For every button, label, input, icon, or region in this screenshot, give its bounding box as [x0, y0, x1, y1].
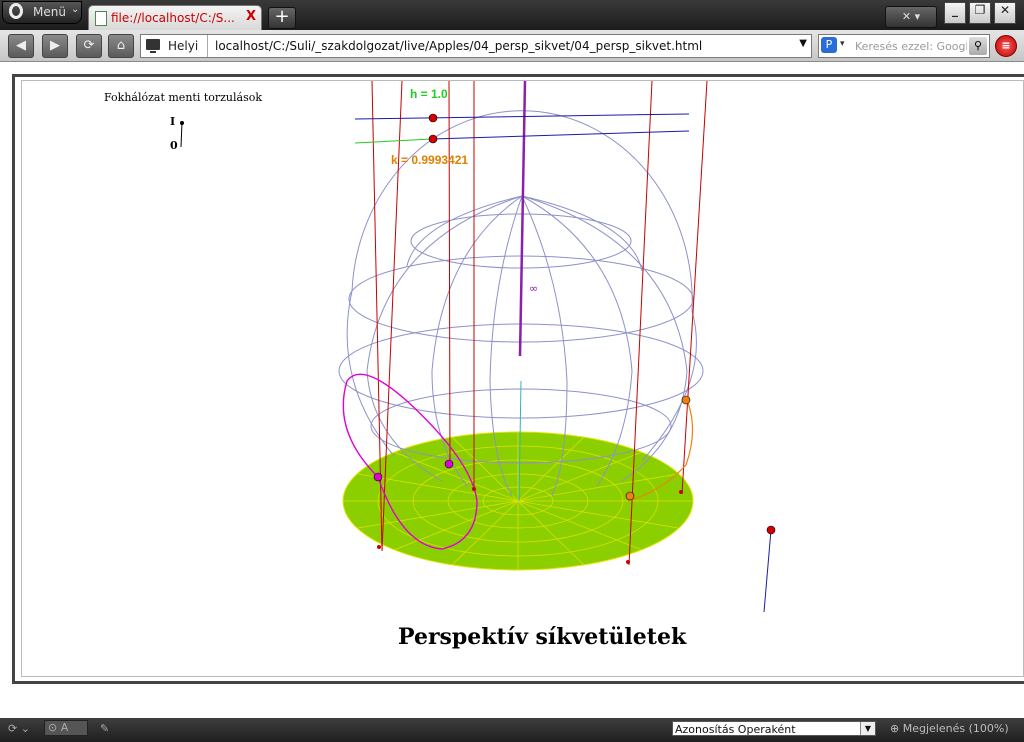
- address-divider: [207, 35, 208, 57]
- opera-link-icon[interactable]: ≡: [995, 35, 1017, 57]
- status-a-label: A: [60, 721, 69, 734]
- navigation-toolbar: ◀ ▶ ⟳ ⌂ Helyi localhost/C:/Suli/_szakdol…: [0, 30, 1024, 62]
- address-bar[interactable]: Helyi localhost/C:/Suli/_szakdolgozat/li…: [140, 34, 812, 58]
- small-point-4: [472, 487, 476, 491]
- disc-grid: [343, 432, 693, 570]
- url-text[interactable]: localhost/C:/Suli/_szakdolgozat/live/App…: [215, 39, 795, 53]
- page-icon: [95, 11, 107, 26]
- zoom-indicator[interactable]: ⊕ Megjelenés (100%): [890, 722, 1009, 735]
- content-blocker-button[interactable]: ⊙ A: [44, 720, 88, 736]
- chevron-down-icon[interactable]: ▼: [860, 722, 875, 735]
- new-tab-button[interactable]: +: [268, 7, 296, 29]
- k-slider-line: [431, 130, 690, 140]
- page-content: Fokhálózat menti torzulások I 0 h = 1.0 …: [0, 62, 1024, 718]
- k-value-label: k = 0.9993421: [391, 153, 469, 167]
- identity-select[interactable]: Azonosítás Operaként ▼: [672, 721, 876, 736]
- minimize-button[interactable]: _: [944, 2, 966, 24]
- sync-icon[interactable]: ⟳ ⌄: [8, 722, 30, 735]
- menu-button[interactable]: Menü ⌄: [2, 1, 82, 24]
- distortion-slider: [180, 121, 183, 148]
- small-point-3: [679, 490, 683, 494]
- h-value-label: h = 1.0: [410, 87, 448, 101]
- zoom-text: Megjelenés (100%): [902, 722, 1009, 735]
- browser-tab[interactable]: file://localhost/C:/S... X: [88, 5, 262, 30]
- infinity-label: ∞: [529, 282, 539, 295]
- h-slider-point: [428, 113, 438, 123]
- small-point-2: [626, 560, 630, 564]
- home-button[interactable]: ⌂: [108, 34, 134, 58]
- tab-bar: Menü ⌄ file://localhost/C:/S... X + ✕ ▾ …: [0, 0, 1024, 30]
- h-slider-line: [354, 113, 690, 120]
- distortion-slider-point: [180, 121, 184, 125]
- search-engine-icon[interactable]: P: [821, 37, 837, 53]
- vertical-axis: [518, 81, 527, 357]
- search-box[interactable]: P ▾ Keresés ezzel: Google ⚲: [818, 34, 990, 58]
- applet-title: Perspektív síkvetületek: [398, 624, 687, 650]
- search-engine-dropdown-icon[interactable]: ▾: [840, 39, 845, 49]
- orange-point-2: [681, 395, 691, 405]
- k-slider-line-green: [354, 138, 433, 144]
- globe-icon: ⊙: [48, 721, 58, 734]
- eye-line: [763, 529, 772, 613]
- distortion-label: Fokhálózat menti torzulások: [104, 91, 263, 104]
- chevron-down-icon: ⌄: [71, 4, 80, 15]
- address-place-label: Helyi: [168, 39, 199, 53]
- close-window-button[interactable]: ✕: [994, 2, 1016, 24]
- menu-label: Menü: [33, 5, 66, 19]
- opera-logo-icon: [9, 3, 23, 19]
- address-dropdown-icon[interactable]: ▼: [799, 38, 807, 49]
- geogebra-applet-frame: Fokhálózat menti torzulások I 0 h = 1.0 …: [12, 74, 1024, 684]
- tab-close-icon[interactable]: X: [246, 9, 256, 24]
- computer-icon: [146, 39, 160, 53]
- magenta-point-1: [373, 472, 383, 482]
- reload-button[interactable]: ⟳: [76, 34, 102, 58]
- identity-select-value: Azonosítás Operaként: [675, 723, 796, 736]
- search-icon[interactable]: ⚲: [969, 37, 987, 55]
- applet-canvas[interactable]: Fokhálózat menti torzulások I 0 h = 1.0 …: [21, 80, 1024, 677]
- maximize-button[interactable]: ❐: [969, 2, 991, 24]
- back-button[interactable]: ◀: [8, 34, 34, 58]
- small-point-1: [377, 545, 381, 549]
- k-slider-point: [428, 134, 438, 144]
- orange-point-1: [625, 491, 635, 501]
- applet-drawing[interactable]: [22, 81, 1022, 681]
- notes-icon[interactable]: ✎: [100, 722, 109, 735]
- forward-button[interactable]: ▶: [42, 34, 68, 58]
- eye-point: [766, 525, 776, 535]
- magenta-point-2: [444, 459, 454, 469]
- status-bar: ⟳ ⌄ ⊙ A ✎ Azonosítás Operaként ▼ ⊕ Megje…: [0, 718, 1024, 742]
- search-input[interactable]: Keresés ezzel: Google: [855, 40, 967, 53]
- slider-top-label: I: [170, 115, 176, 128]
- slider-bottom-label: 0: [170, 139, 178, 152]
- closed-tabs-button[interactable]: ✕ ▾: [885, 6, 937, 28]
- tab-title: file://localhost/C:/S...: [111, 11, 235, 25]
